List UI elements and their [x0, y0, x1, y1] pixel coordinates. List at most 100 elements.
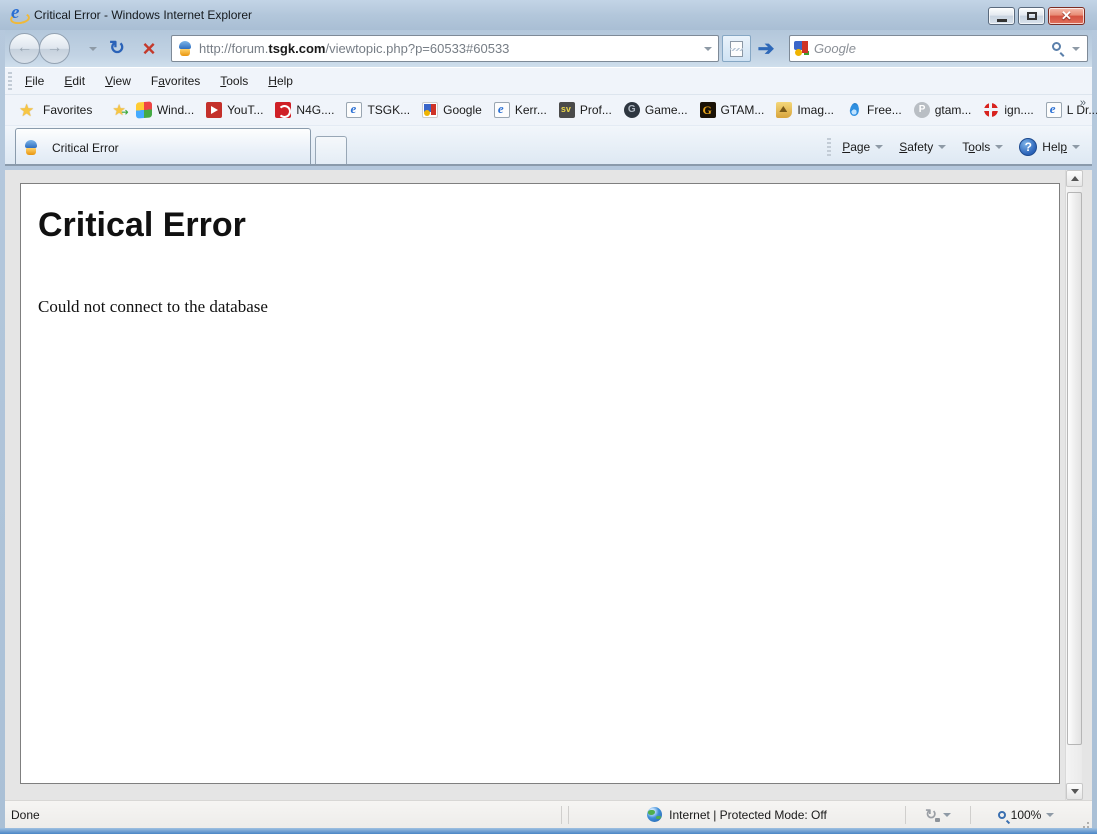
ie-page-icon — [346, 102, 362, 118]
windows-logo-icon — [136, 101, 152, 118]
address-dropdown[interactable] — [704, 47, 712, 51]
favorites-button[interactable]: ★ Favorites — [11, 99, 102, 122]
search-box[interactable] — [789, 35, 1088, 62]
forward-button[interactable]: → — [39, 33, 70, 64]
error-message: Could not connect to the database — [38, 297, 1047, 317]
safety-menu-button[interactable]: Safety — [891, 136, 954, 158]
inprivate-filtering-icon: ↻ — [925, 806, 937, 823]
imageshack-icon — [776, 102, 792, 118]
close-button[interactable]: ✕ — [1048, 7, 1085, 25]
favorite-item[interactable]: ign.... — [977, 99, 1039, 121]
menu-favorites[interactable]: Favorites — [141, 71, 210, 91]
menu-view[interactable]: View — [95, 71, 141, 91]
menu-file[interactable]: File — [15, 71, 54, 91]
tab-critical-error[interactable]: Critical Error — [15, 128, 311, 166]
security-zone-pane: Internet | Protected Mode: Off — [572, 807, 902, 822]
favorites-overflow-chevron[interactable]: » — [1080, 97, 1086, 109]
search-input[interactable] — [814, 41, 1043, 56]
favorites-button-label: Favorites — [43, 103, 92, 117]
scroll-up-button[interactable] — [1066, 170, 1083, 187]
go-button[interactable]: ➔ — [751, 35, 781, 63]
chevron-down-icon — [1072, 145, 1080, 149]
cmdbar-grip[interactable] — [827, 138, 831, 156]
recent-pages-dropdown[interactable] — [89, 47, 97, 51]
window-frame-bottom — [0, 828, 1097, 834]
maximize-icon — [1027, 12, 1037, 20]
chevron-down-icon — [938, 145, 946, 149]
zoom-control[interactable]: 100% — [974, 808, 1078, 822]
help-menu-button[interactable]: ?Help — [1011, 134, 1088, 160]
menu-edit[interactable]: Edit — [54, 71, 95, 91]
youtube-icon — [206, 102, 222, 118]
favorite-item[interactable]: Kerr... — [488, 99, 553, 121]
ie-logo-icon — [10, 6, 28, 24]
command-bar: Page Safety Tools ?Help — [824, 134, 1088, 160]
chevron-down-icon — [943, 813, 951, 817]
refresh-button[interactable]: ↻ — [101, 34, 133, 64]
window-title: Critical Error - Windows Internet Explor… — [34, 8, 252, 22]
back-button[interactable]: ← — [9, 33, 40, 64]
favorite-item[interactable]: YouT... — [200, 99, 269, 121]
tools-menu-button[interactable]: Tools — [954, 136, 1011, 158]
menu-tools[interactable]: Tools — [210, 71, 258, 91]
favorite-item[interactable]: Game... — [618, 99, 694, 121]
scroll-up-icon — [1071, 176, 1079, 181]
minimize-button[interactable] — [988, 7, 1015, 25]
site-favicon — [178, 41, 193, 56]
chevron-down-icon — [875, 145, 883, 149]
favorite-item[interactable]: Google — [416, 99, 488, 121]
vertical-scrollbar[interactable] — [1065, 170, 1082, 800]
favorite-item[interactable]: Imag... — [770, 99, 840, 121]
new-tab-button[interactable] — [315, 136, 347, 166]
favorite-item[interactable]: Wind... — [130, 99, 200, 121]
internet-globe-icon — [647, 807, 662, 822]
compatibility-view-button[interactable] — [722, 35, 751, 62]
add-to-favorites-bar-icon[interactable]: ★ — [112, 102, 125, 119]
page-menu-button[interactable]: Page — [834, 136, 891, 158]
favorites-bar: ★ Favorites ★ Wind... YouT... N4G.... TS… — [5, 94, 1092, 125]
chevron-down-icon — [1046, 813, 1054, 817]
menubar-grip[interactable] — [8, 72, 12, 90]
flame-icon — [846, 102, 862, 118]
zone-text: Internet | Protected Mode: Off — [669, 808, 827, 822]
web-page: Critical Error Could not connect to the … — [20, 183, 1060, 784]
status-text: Done — [5, 808, 558, 822]
sv-icon — [559, 102, 575, 118]
scrollbar-thumb[interactable] — [1067, 192, 1082, 745]
minimize-icon — [997, 19, 1007, 22]
stop-button[interactable]: × — [133, 34, 165, 64]
zoom-level: 100% — [1011, 808, 1042, 822]
favorite-item[interactable]: TSGK... — [340, 99, 416, 121]
resize-grip[interactable] — [1078, 801, 1092, 828]
inprivate-filtering-pane[interactable]: ↻ — [909, 806, 967, 823]
gtam-gold-icon — [700, 102, 716, 118]
favorite-item[interactable]: gtam... — [908, 99, 978, 121]
scroll-down-button[interactable] — [1066, 783, 1083, 800]
menu-help[interactable]: Help — [258, 71, 303, 91]
maximize-button[interactable] — [1018, 7, 1045, 25]
favorite-item[interactable]: GTAM... — [694, 99, 771, 121]
title-bar[interactable]: Critical Error - Windows Internet Explor… — [0, 0, 1097, 30]
help-icon: ? — [1019, 138, 1037, 156]
photobucket-icon — [914, 102, 930, 118]
tab-favicon — [24, 140, 39, 155]
zoom-icon — [998, 811, 1006, 819]
favorite-item[interactable]: N4G.... — [269, 99, 340, 121]
favorite-item[interactable]: Free... — [840, 99, 908, 121]
favorite-item[interactable]: Prof... — [553, 99, 618, 121]
browser-window: Critical Error - Windows Internet Explor… — [0, 0, 1097, 834]
google-provider-icon — [794, 41, 809, 56]
close-icon: ✕ — [1061, 8, 1072, 24]
favorite-item[interactable]: L Dr... — [1040, 99, 1097, 121]
tab-row: Critical Error Page Safety Tools ?Help — [5, 125, 1092, 166]
favorites-star-icon: ★ — [19, 102, 37, 119]
browser-chrome: File Edit View Favorites Tools Help ★ Fa… — [5, 67, 1092, 166]
go-arrow-icon: ➔ — [758, 36, 775, 61]
navigation-toolbar: ← → ↻ × http://forum.tsgk.com/viewtopic.… — [5, 30, 1092, 67]
url-text: http://forum.tsgk.com/viewtopic.php?p=60… — [199, 41, 509, 56]
search-provider-dropdown[interactable] — [1072, 47, 1080, 51]
address-bar[interactable]: http://forum.tsgk.com/viewtopic.php?p=60… — [171, 35, 719, 62]
search-icon[interactable] — [1052, 42, 1061, 51]
status-bar: Done Internet | Protected Mode: Off ↻ 10… — [5, 800, 1092, 828]
ie-page-icon — [1046, 102, 1062, 118]
